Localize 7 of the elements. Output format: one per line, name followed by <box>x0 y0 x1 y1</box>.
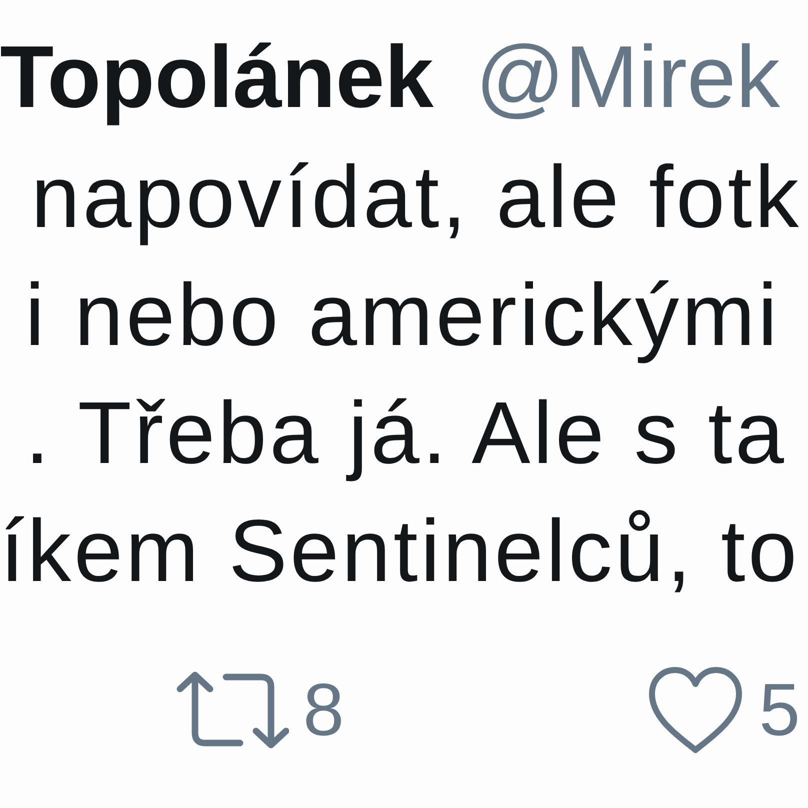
heart-icon <box>648 666 743 754</box>
tweet-text: napovídat, ale fotk i nebo americkými . Třeba já. Ale s ta íkem Sentinelců, to <box>0 146 802 602</box>
retweet-icon <box>176 670 289 750</box>
author-name: Topolánek <box>0 27 434 127</box>
like-button[interactable]: 5 <box>648 666 800 754</box>
retweet-button[interactable]: 8 <box>176 666 344 754</box>
author-handle: @Mirek <box>476 27 780 127</box>
